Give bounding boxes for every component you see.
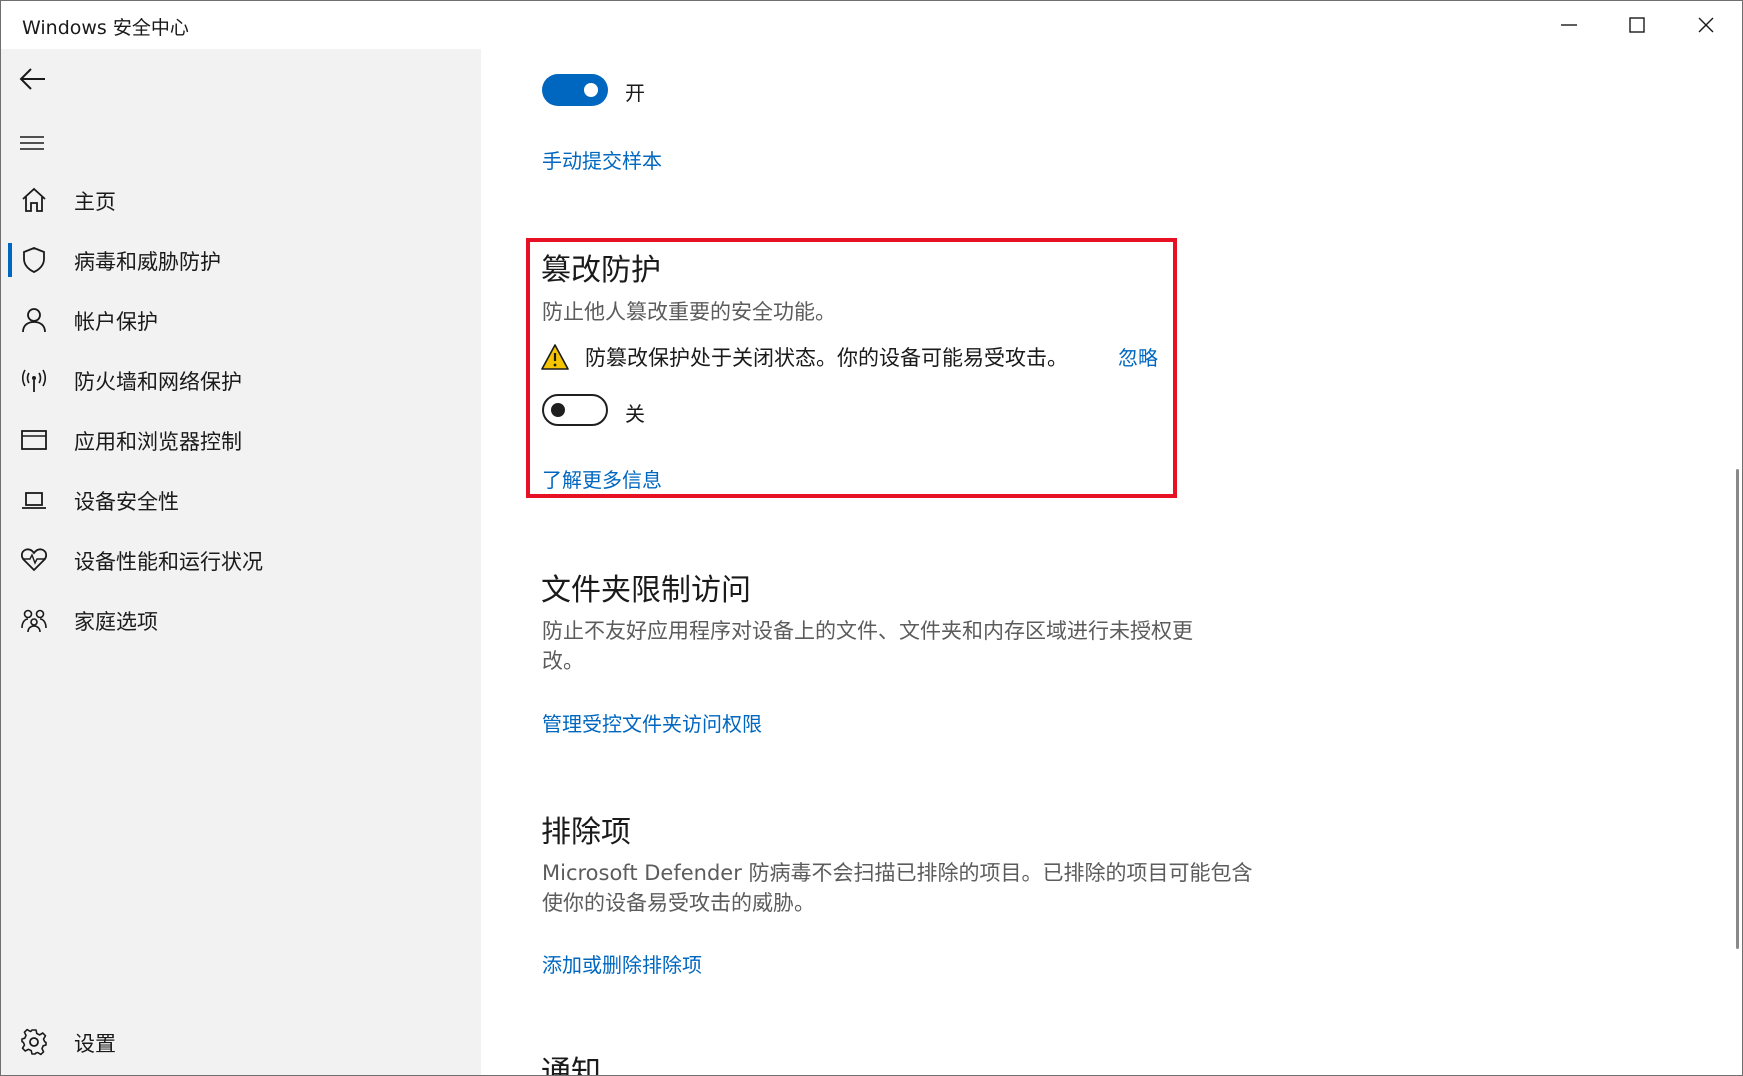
sidebar-item-firewall[interactable]: 防火墙和网络保护	[1, 349, 481, 409]
back-button[interactable]	[11, 59, 55, 99]
sidebar-item-label: 帐户保护	[74, 310, 158, 334]
wifi-signal-icon	[21, 369, 47, 392]
family-icon	[21, 609, 47, 633]
tamper-warning-row: 防篡改保护处于关闭状态。你的设备可能易受攻击。 忽略	[541, 342, 1181, 372]
app-window: Windows 安全中心 主页 病毒和威胁防护 帐户保护 防火墙和网络保护 应用…	[0, 0, 1743, 1076]
sidebar-item-device-security[interactable]: 设备安全性	[1, 469, 481, 529]
exclusions-description: Microsoft Defender 防病毒不会扫描已排除的项目。已排除的项目可…	[542, 861, 1253, 915]
sidebar-item-label: 应用和浏览器控制	[74, 430, 242, 454]
exclusions-title: 排除项	[541, 815, 631, 850]
folder-access-title: 文件夹限制访问	[541, 573, 751, 608]
back-arrow-icon	[19, 68, 45, 90]
toggle-knob	[551, 403, 565, 417]
minimize-button[interactable]	[1535, 1, 1603, 49]
warning-icon	[541, 344, 569, 370]
heart-pulse-icon	[20, 548, 48, 572]
window-title: Windows 安全中心	[22, 17, 189, 39]
toggle-state-label: 关	[625, 402, 645, 426]
hamburger-icon	[20, 136, 44, 150]
maximize-icon	[1629, 17, 1645, 33]
sidebar-item-label: 设备性能和运行状况	[74, 550, 263, 574]
hamburger-menu-button[interactable]	[11, 123, 55, 163]
add-remove-exclusions-link[interactable]: 添加或删除排除项	[542, 949, 702, 978]
browser-window-icon	[21, 430, 47, 450]
main-content: 开 手动提交样本 篡改防护 防止他人篡改重要的安全功能。 防篡改保护处于关闭状态…	[481, 49, 1742, 1075]
cloud-protection-toggle[interactable]	[542, 74, 608, 106]
laptop-icon	[22, 492, 46, 509]
sidebar-item-account-protection[interactable]: 帐户保护	[1, 289, 481, 349]
main-scrollbar[interactable]	[1734, 49, 1742, 1075]
sidebar-item-device-health[interactable]: 设备性能和运行状况	[1, 529, 481, 589]
sidebar-item-label: 防火墙和网络保护	[74, 370, 242, 394]
sidebar-item-settings[interactable]: 设置	[1, 1011, 481, 1071]
tamper-protection-toggle[interactable]	[542, 394, 608, 426]
learn-more-link[interactable]: 了解更多信息	[542, 464, 662, 493]
sidebar-item-label: 设备安全性	[74, 490, 179, 514]
toggle-knob	[584, 83, 598, 97]
sidebar-item-family-options[interactable]: 家庭选项	[1, 589, 481, 649]
sidebar-item-virus-protection[interactable]: 病毒和威胁防护	[1, 229, 481, 289]
sidebar-item-label: 设置	[74, 1032, 116, 1056]
sidebar-item-label: 病毒和威胁防护	[74, 250, 221, 274]
sidebar-nav: 主页 病毒和威胁防护 帐户保护 防火墙和网络保护 应用和浏览器控制 设备安全性 …	[1, 169, 481, 649]
manage-folder-access-link[interactable]: 管理受控文件夹访问权限	[542, 708, 762, 737]
shield-icon	[23, 247, 45, 273]
sidebar: 主页 病毒和威胁防护 帐户保护 防火墙和网络保护 应用和浏览器控制 设备安全性 …	[1, 49, 481, 1075]
submit-sample-link[interactable]: 手动提交样本	[542, 145, 662, 174]
gear-icon	[21, 1028, 47, 1056]
notifications-title: 通知	[541, 1055, 601, 1075]
tamper-protection-description: 防止他人篡改重要的安全功能。	[542, 300, 836, 324]
sidebar-item-label: 主页	[74, 190, 116, 214]
sidebar-item-label: 家庭选项	[74, 610, 158, 634]
title-bar: Windows 安全中心	[1, 1, 1742, 49]
home-icon	[22, 187, 46, 212]
maximize-button[interactable]	[1603, 1, 1671, 49]
toggle-state-label: 开	[625, 81, 645, 105]
minimize-icon	[1561, 24, 1577, 26]
scrollbar-thumb[interactable]	[1736, 469, 1739, 949]
person-icon	[22, 308, 46, 333]
folder-access-description: 防止不友好应用程序对设备上的文件、文件夹和内存区域进行未授权更改。	[542, 619, 1193, 673]
sidebar-item-home[interactable]: 主页	[1, 169, 481, 229]
tamper-protection-title: 篡改防护	[541, 253, 661, 288]
sidebar-item-app-browser-control[interactable]: 应用和浏览器控制	[1, 409, 481, 469]
close-button[interactable]	[1672, 1, 1740, 49]
ignore-link[interactable]: 忽略	[1118, 342, 1158, 371]
tamper-warning-text: 防篡改保护处于关闭状态。你的设备可能易受攻击。	[585, 346, 1068, 370]
close-icon	[1698, 17, 1714, 33]
active-indicator	[8, 243, 12, 277]
